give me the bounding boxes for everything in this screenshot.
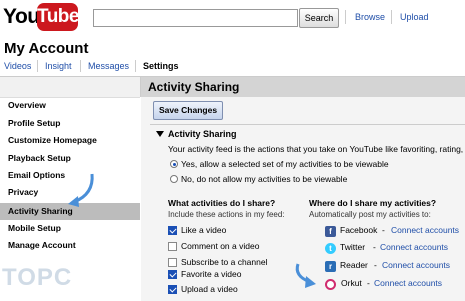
divider xyxy=(80,60,81,72)
radio-allow[interactable] xyxy=(170,160,178,168)
service-reader: Reader xyxy=(340,260,368,270)
subnav-settings[interactable]: Settings xyxy=(143,61,179,71)
section-title: Activity Sharing xyxy=(168,129,237,139)
checkbox-subscribe-label: Subscribe to a channel xyxy=(181,257,268,267)
sidebar-item-mobile-setup[interactable]: Mobile Setup xyxy=(0,220,140,237)
checkbox-upload[interactable] xyxy=(168,285,177,294)
share-what-heading: What activities do I share? xyxy=(168,198,276,208)
logo-you-text: You xyxy=(3,5,40,28)
page-title: My Account xyxy=(4,40,89,57)
checkbox-comment[interactable] xyxy=(168,242,177,251)
sidebar-item-manage-account[interactable]: Manage Account xyxy=(0,237,140,254)
service-separator: - xyxy=(374,260,377,270)
search-button[interactable]: Search xyxy=(299,8,339,28)
divider xyxy=(391,10,392,24)
service-separator: - xyxy=(367,278,370,288)
watermark-logo: TOPC xyxy=(2,264,73,291)
youtube-logo[interactable]: You Tube xyxy=(3,3,79,34)
orkut-icon xyxy=(325,279,336,290)
orkut-connect-link[interactable]: Connect accounts xyxy=(374,278,442,288)
radio-deny-label: No, do not allow my activities to be vie… xyxy=(181,174,348,184)
subnav-insight[interactable]: Insight xyxy=(45,61,72,71)
pointer-arrow-icon xyxy=(68,173,94,207)
section-description: Your activity feed is the actions that y… xyxy=(168,144,464,154)
upload-link[interactable]: Upload xyxy=(400,12,429,22)
sidebar-item-customize-homepage[interactable]: Customize Homepage xyxy=(0,132,140,149)
divider xyxy=(37,60,38,72)
divider xyxy=(135,60,136,72)
service-separator: - xyxy=(382,225,385,235)
service-facebook: Facebook xyxy=(340,225,378,235)
twitter-icon: t xyxy=(325,243,336,254)
service-separator: - xyxy=(373,242,376,252)
radio-deny[interactable] xyxy=(170,175,178,183)
divider xyxy=(345,10,346,24)
browse-link[interactable]: Browse xyxy=(355,12,385,22)
checkbox-favorite-label: Favorite a video xyxy=(181,269,242,279)
collapse-triangle-icon[interactable] xyxy=(156,131,164,137)
section-divider xyxy=(150,124,465,125)
checkbox-comment-label: Comment on a video xyxy=(181,241,260,251)
share-where-heading: Where do I share my activities? xyxy=(309,198,437,208)
checkbox-favorite[interactable] xyxy=(168,270,177,279)
service-twitter: Twitter xyxy=(340,242,366,252)
google-reader-icon: r xyxy=(325,261,336,272)
twitter-connect-link[interactable]: Connect accounts xyxy=(380,242,448,252)
subnav-messages[interactable]: Messages xyxy=(88,61,129,71)
checkbox-like-label: Like a video xyxy=(181,225,227,235)
main-title: Activity Sharing xyxy=(148,80,240,94)
share-what-subtitle: Include these actions in my feed: xyxy=(168,210,285,219)
share-where-subtitle: Automatically post my activities to: xyxy=(309,210,431,219)
search-input[interactable] xyxy=(93,9,298,27)
reader-connect-link[interactable]: Connect accounts xyxy=(382,260,450,270)
radio-allow-label: Yes, allow a selected set of my activiti… xyxy=(181,159,389,169)
service-orkut: Orkut xyxy=(341,278,362,288)
subnav-videos[interactable]: Videos xyxy=(4,61,31,71)
sidebar-header xyxy=(0,77,140,98)
sidebar-item-profile-setup[interactable]: Profile Setup xyxy=(0,115,140,132)
checkbox-upload-label: Upload a video xyxy=(181,284,238,294)
facebook-icon: f xyxy=(325,226,336,237)
logo-tube-text: Tube xyxy=(37,3,79,31)
sidebar-item-overview[interactable]: Overview xyxy=(0,97,140,114)
sidebar-item-playback-setup[interactable]: Playback Setup xyxy=(0,150,140,167)
facebook-connect-link[interactable]: Connect accounts xyxy=(391,225,459,235)
pointer-arrow-icon xyxy=(295,263,316,288)
checkbox-like[interactable] xyxy=(168,226,177,235)
save-changes-button[interactable]: Save Changes xyxy=(153,101,223,120)
checkbox-subscribe[interactable] xyxy=(168,258,177,267)
